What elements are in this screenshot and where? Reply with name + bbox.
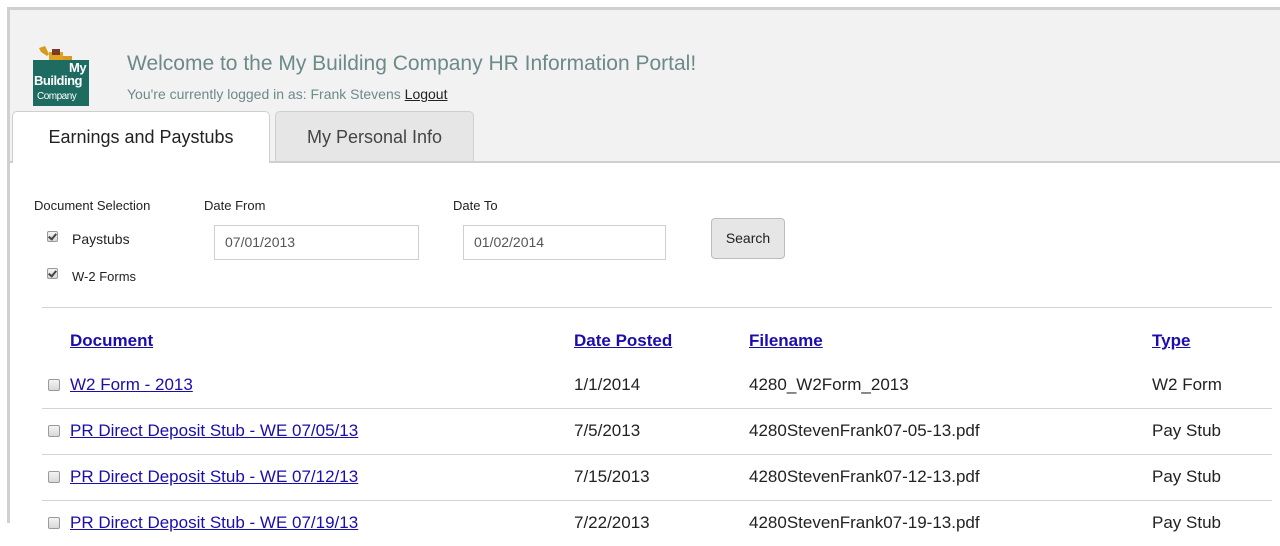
type-cell: Pay Stub [1152, 421, 1221, 440]
column-header-document[interactable]: Document [70, 331, 153, 351]
column-header-date-posted[interactable]: Date Posted [574, 331, 672, 351]
table-row: PR Direct Deposit Stub - WE 07/19/13 7/2… [42, 500, 1272, 546]
logged-in-text: You're currently logged in as: Frank Ste… [127, 86, 401, 102]
logo-text-building: Building [34, 73, 83, 88]
company-logo: My Building Company [33, 46, 106, 106]
document-link[interactable]: PR Direct Deposit Stub - WE 07/12/13 [70, 454, 358, 500]
filename-cell: 4280StevenFrank07-05-13.pdf [749, 421, 980, 440]
filename-cell: 4280StevenFrank07-12-13.pdf [749, 467, 980, 486]
row-select-checkbox[interactable] [48, 425, 60, 437]
table-row: PR Direct Deposit Stub - WE 07/05/13 7/5… [42, 408, 1272, 455]
logged-in-status: You're currently logged in as: Frank Ste… [127, 86, 447, 102]
row-select-checkbox[interactable] [48, 471, 60, 483]
welcome-title: Welcome to the My Building Company HR In… [127, 52, 697, 75]
table-row: W2 Form - 2013 1/1/2014 4280_W2Form_2013… [42, 362, 1272, 409]
row-select-checkbox[interactable] [48, 517, 60, 529]
date-from-input[interactable]: 07/01/2013 [214, 225, 419, 260]
column-header-type[interactable]: Type [1152, 331, 1190, 351]
date-to-label: Date To [453, 198, 498, 213]
date-posted-cell: 1/1/2014 [574, 375, 641, 394]
logo-text-company: Company [37, 91, 77, 102]
date-from-label: Date From [204, 198, 266, 213]
paystubs-checkbox[interactable] [47, 231, 58, 242]
date-posted-cell: 7/5/2013 [574, 421, 641, 440]
document-link[interactable]: PR Direct Deposit Stub - WE 07/05/13 [70, 408, 358, 454]
row-select-checkbox[interactable] [48, 379, 60, 391]
filename-cell: 4280StevenFrank07-19-13.pdf [749, 513, 980, 532]
document-link[interactable]: PR Direct Deposit Stub - WE 07/19/13 [70, 500, 358, 546]
filters-divider [42, 307, 1272, 308]
paystubs-label: Paystubs [72, 231, 130, 247]
column-header-filename[interactable]: Filename [749, 331, 823, 351]
type-cell: Pay Stub [1152, 467, 1221, 486]
tab-my-personal-info[interactable]: My Personal Info [275, 111, 474, 161]
date-to-input[interactable]: 01/02/2014 [463, 225, 666, 260]
logout-link[interactable]: Logout [405, 86, 448, 102]
document-selection-label: Document Selection [34, 198, 151, 213]
table-row: PR Direct Deposit Stub - WE 07/12/13 7/1… [42, 454, 1272, 501]
search-button[interactable]: Search [711, 218, 785, 259]
date-posted-cell: 7/15/2013 [574, 467, 650, 486]
tab-earnings-and-paystubs[interactable]: Earnings and Paystubs [12, 111, 270, 163]
w2-forms-label: W-2 Forms [72, 269, 137, 284]
filename-cell: 4280_W2Form_2013 [749, 375, 909, 394]
date-posted-cell: 7/22/2013 [574, 513, 650, 532]
document-link[interactable]: W2 Form - 2013 [70, 362, 193, 408]
type-cell: Pay Stub [1152, 513, 1221, 532]
type-cell: W2 Form [1152, 375, 1222, 394]
w2-forms-checkbox[interactable] [47, 268, 58, 279]
